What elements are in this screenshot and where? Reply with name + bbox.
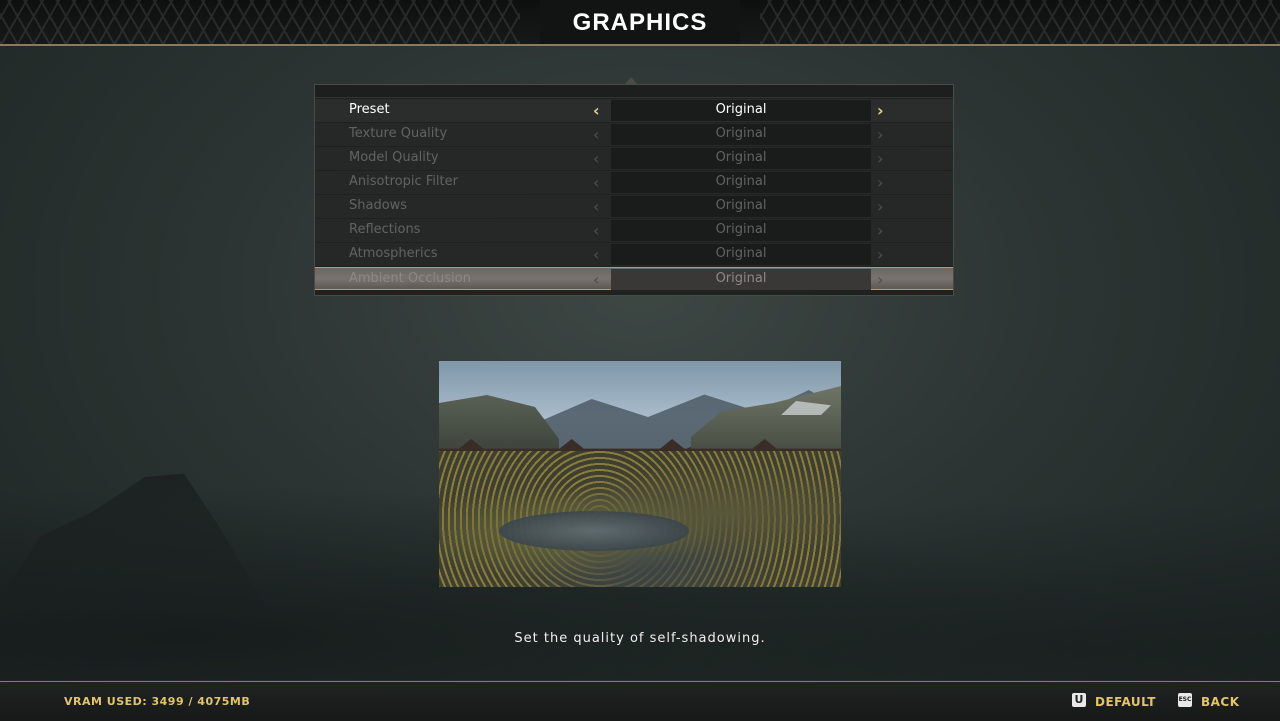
setting-label: Anisotropic Filter: [349, 174, 458, 189]
chevron-left-icon[interactable]: ‹: [593, 197, 599, 216]
chevron-right-icon[interactable]: ›: [877, 197, 883, 216]
chevron-right-icon[interactable]: ›: [877, 270, 883, 289]
chevron-right-icon[interactable]: ›: [877, 221, 883, 240]
setting-value: Original: [715, 174, 767, 189]
setting-row-atmospherics[interactable]: Atmospherics ‹ Original ›: [315, 243, 953, 266]
chevron-right-icon[interactable]: ›: [877, 245, 883, 264]
setting-value: Original: [715, 198, 767, 213]
back-button[interactable]: BACK: [1201, 695, 1240, 709]
chevron-left-icon[interactable]: ‹: [593, 270, 599, 289]
esc-key-icon[interactable]: ESC: [1178, 693, 1192, 707]
setting-row-ambient-occlusion[interactable]: Ambient Occlusion ‹ Original ›: [315, 267, 953, 290]
settings-panel: Preset ‹ Original › Texture Quality ‹ Original…: [314, 84, 954, 296]
setting-value: Original: [715, 126, 767, 141]
chevron-left-icon[interactable]: ‹: [593, 221, 599, 240]
setting-value: Original: [715, 102, 767, 117]
setting-row-preset[interactable]: Preset ‹ Original ›: [315, 99, 953, 122]
chevron-right-icon[interactable]: ›: [877, 101, 884, 120]
setting-row-reflections[interactable]: Reflections ‹ Original ›: [315, 219, 953, 242]
setting-value: Original: [715, 271, 767, 286]
preview-puddle: [499, 511, 689, 551]
setting-row-shadows[interactable]: Shadows ‹ Original ›: [315, 195, 953, 218]
setting-label: Model Quality: [349, 150, 439, 165]
vram-usage: VRAM USED: 3499 / 4075MB: [64, 695, 251, 708]
setting-value: Original: [715, 246, 767, 261]
setting-label: Preset: [349, 102, 390, 117]
chevron-right-icon[interactable]: ›: [877, 149, 883, 168]
chevron-left-icon[interactable]: ‹: [593, 149, 599, 168]
u-key-icon[interactable]: U: [1072, 693, 1086, 707]
page-title: GRAPHICS: [572, 9, 708, 36]
default-button[interactable]: DEFAULT: [1095, 695, 1156, 709]
setting-description: Set the quality of self-shadowing.: [514, 631, 766, 646]
chevron-left-icon[interactable]: ‹: [593, 173, 599, 192]
setting-label: Texture Quality: [349, 126, 448, 141]
setting-row-model-quality[interactable]: Model Quality ‹ Original ›: [315, 147, 953, 170]
setting-row-anisotropic-filter[interactable]: Anisotropic Filter ‹ Original ›: [315, 171, 953, 194]
setting-label: Reflections: [349, 222, 421, 237]
setting-label: Atmospherics: [349, 246, 438, 261]
chevron-right-icon[interactable]: ›: [877, 125, 883, 144]
chevron-left-icon[interactable]: ‹: [593, 101, 600, 120]
setting-label: Shadows: [349, 198, 408, 213]
footer-bar: VRAM USED: 3499 / 4075MB U DEFAULT ESC B…: [0, 681, 1280, 721]
setting-label: Ambient Occlusion: [349, 271, 471, 286]
setting-row-texture-quality[interactable]: Texture Quality ‹ Original ›: [315, 123, 953, 146]
panel-top-bar: [315, 85, 953, 98]
setting-preview-image: [439, 361, 841, 587]
chevron-left-icon[interactable]: ‹: [593, 125, 599, 144]
chevron-right-icon[interactable]: ›: [877, 173, 883, 192]
setting-value: Original: [715, 222, 767, 237]
setting-value: Original: [715, 150, 767, 165]
chevron-left-icon[interactable]: ‹: [593, 245, 599, 264]
header-bar: GRAPHICS: [0, 0, 1280, 46]
